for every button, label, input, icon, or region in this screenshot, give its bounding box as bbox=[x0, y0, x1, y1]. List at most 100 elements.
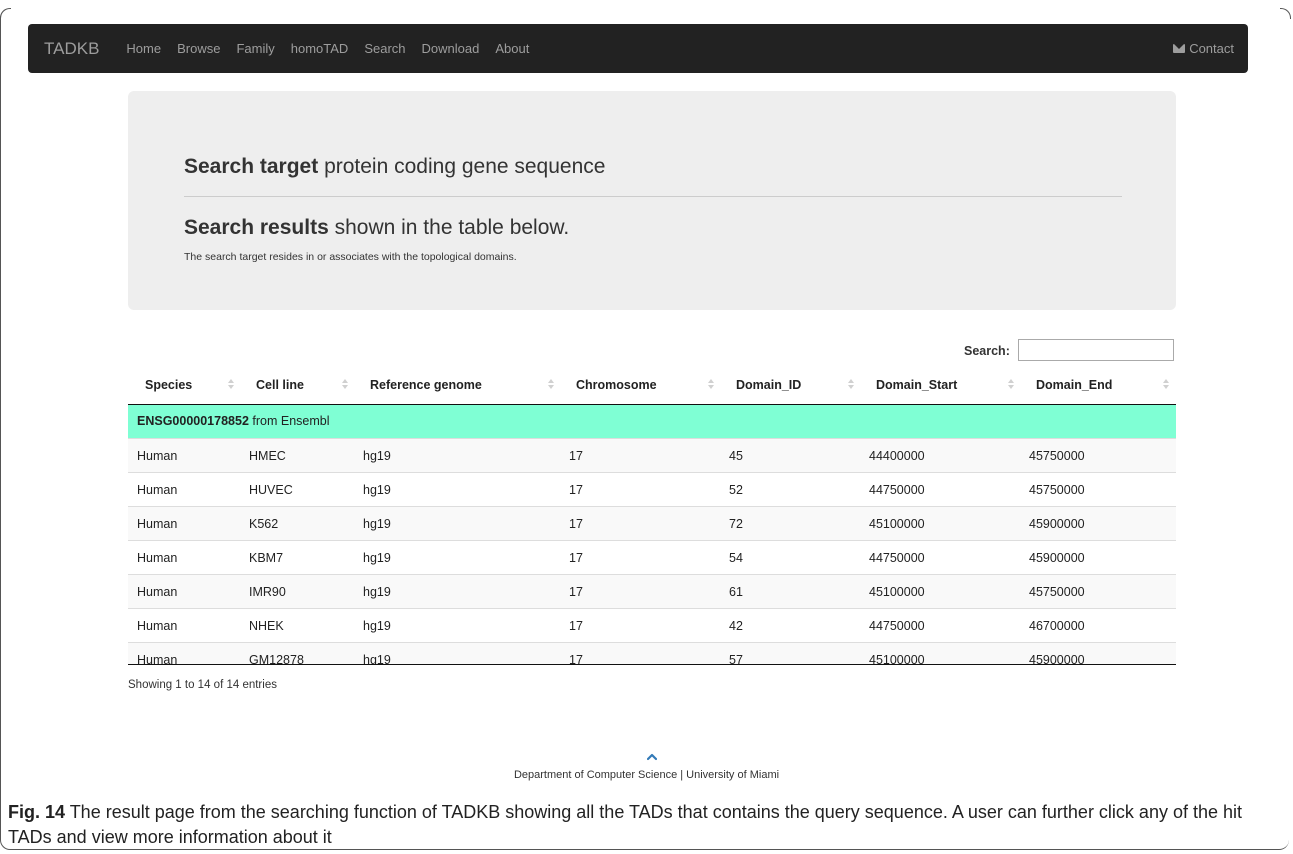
cell-domain-id: 57 bbox=[729, 653, 743, 665]
gene-id[interactable]: ENSG00000178852 bbox=[137, 414, 249, 428]
cell-domain-start: 44400000 bbox=[869, 449, 925, 463]
cell-domain-id: 52 bbox=[729, 483, 743, 497]
cell-reference-genome: hg19 bbox=[363, 585, 391, 599]
cell-domain-id: 61 bbox=[729, 585, 743, 599]
table-row[interactable]: Human K562 hg19 17 72 45100000 45900000 bbox=[128, 506, 1176, 540]
cell-cell-line: HMEC bbox=[249, 449, 286, 463]
cell-species: Human bbox=[137, 551, 178, 565]
brand-logo[interactable]: TADKB bbox=[44, 39, 99, 59]
cell-reference-genome: hg19 bbox=[363, 653, 391, 665]
cell-domain-id: 54 bbox=[729, 551, 743, 565]
column-header-domain-end[interactable]: Domain_End bbox=[1036, 378, 1112, 392]
cell-domain-id: 72 bbox=[729, 517, 743, 531]
search-results-subtext: The search target resides in or associat… bbox=[184, 251, 517, 263]
cell-domain-id: 42 bbox=[729, 619, 743, 633]
table-header: Species Cell line Reference genome Chrom… bbox=[128, 368, 1176, 405]
figure-caption-text: The result page from the searching funct… bbox=[8, 802, 1243, 847]
cell-chromosome: 17 bbox=[569, 619, 583, 633]
cell-species: Human bbox=[137, 483, 178, 497]
table-info: Showing 1 to 14 of 14 entries bbox=[128, 679, 277, 691]
cell-reference-genome: hg19 bbox=[363, 619, 391, 633]
sort-icon[interactable] bbox=[548, 379, 554, 391]
cell-species: Human bbox=[137, 449, 178, 463]
column-header-reference-genome[interactable]: Reference genome bbox=[370, 378, 482, 392]
cell-cell-line: KBM7 bbox=[249, 551, 284, 565]
footer-credit: Department of Computer Science | Univers… bbox=[513, 769, 780, 781]
cell-domain-end: 45750000 bbox=[1029, 585, 1085, 599]
cell-domain-end: 45900000 bbox=[1029, 517, 1085, 531]
sort-icon[interactable] bbox=[342, 379, 348, 391]
sort-icon[interactable] bbox=[1008, 379, 1014, 391]
cell-chromosome: 17 bbox=[569, 483, 583, 497]
cell-chromosome: 17 bbox=[569, 449, 583, 463]
cell-chromosome: 17 bbox=[569, 551, 583, 565]
envelope-icon bbox=[1173, 44, 1186, 53]
table-search-label: Search: bbox=[964, 344, 1010, 358]
cell-domain-start: 44750000 bbox=[869, 551, 925, 565]
cell-domain-end: 46700000 bbox=[1029, 619, 1085, 633]
search-target-heading: Search target protein coding gene sequen… bbox=[184, 155, 606, 178]
cell-chromosome: 17 bbox=[569, 517, 583, 531]
cell-cell-line: IMR90 bbox=[249, 585, 286, 599]
results-table: Species Cell line Reference genome Chrom… bbox=[128, 368, 1176, 665]
column-header-domain-id[interactable]: Domain_ID bbox=[736, 378, 801, 392]
cell-domain-start: 44750000 bbox=[869, 483, 925, 497]
nav-search[interactable]: Search bbox=[364, 41, 405, 56]
nav-homotad[interactable]: homoTAD bbox=[291, 41, 349, 56]
cell-domain-start: 45100000 bbox=[869, 653, 925, 665]
cell-species: Human bbox=[137, 517, 178, 531]
nav-home[interactable]: Home bbox=[126, 41, 161, 56]
cell-chromosome: 17 bbox=[569, 585, 583, 599]
column-header-chromosome[interactable]: Chromosome bbox=[576, 378, 657, 392]
sort-icon[interactable] bbox=[228, 379, 234, 391]
cell-reference-genome: hg19 bbox=[363, 483, 391, 497]
search-results-heading: Search results shown in the table below. bbox=[184, 216, 570, 239]
table-body: Human HMEC hg19 17 45 44400000 45750000 … bbox=[128, 438, 1176, 665]
cell-cell-line: NHEK bbox=[249, 619, 284, 633]
cell-domain-start: 45100000 bbox=[869, 585, 925, 599]
navbar: TADKB Home Browse Family homoTAD Search … bbox=[28, 24, 1248, 73]
table-row[interactable]: Human HMEC hg19 17 45 44400000 45750000 bbox=[128, 438, 1176, 472]
cell-cell-line: GM12878 bbox=[249, 653, 304, 665]
cell-domain-end: 45900000 bbox=[1029, 653, 1085, 665]
chevron-up-icon[interactable] bbox=[647, 753, 657, 761]
sort-icon[interactable] bbox=[1163, 379, 1169, 391]
cell-species: Human bbox=[137, 619, 178, 633]
column-header-domain-start[interactable]: Domain_Start bbox=[876, 378, 957, 392]
cell-domain-start: 44750000 bbox=[869, 619, 925, 633]
cell-species: Human bbox=[137, 585, 178, 599]
nav-browse[interactable]: Browse bbox=[177, 41, 220, 56]
nav-contact[interactable]: Contact bbox=[1173, 41, 1234, 56]
nav-about[interactable]: About bbox=[495, 41, 529, 56]
gene-source: from Ensembl bbox=[248, 414, 330, 428]
sort-icon[interactable] bbox=[848, 379, 854, 391]
figure-caption: Fig. 14 The result page from the searchi… bbox=[8, 800, 1278, 850]
cell-domain-start: 45100000 bbox=[869, 517, 925, 531]
cell-reference-genome: hg19 bbox=[363, 551, 391, 565]
cell-cell-line: K562 bbox=[249, 517, 279, 531]
column-header-species[interactable]: Species bbox=[145, 378, 192, 392]
sort-icon[interactable] bbox=[708, 379, 714, 391]
cell-domain-end: 45900000 bbox=[1029, 551, 1085, 565]
divider bbox=[184, 196, 1122, 197]
nav-contact-label: Contact bbox=[1189, 41, 1234, 56]
table-row[interactable]: Human KBM7 hg19 17 54 44750000 45900000 bbox=[128, 540, 1176, 574]
cell-domain-id: 45 bbox=[729, 449, 743, 463]
search-summary-panel: Search target protein coding gene sequen… bbox=[128, 91, 1176, 310]
group-row: ENSG00000178852 from Ensembl bbox=[128, 405, 1176, 438]
table-search-input[interactable] bbox=[1018, 339, 1174, 361]
cell-domain-end: 45750000 bbox=[1029, 449, 1085, 463]
table-row[interactable]: Human NHEK hg19 17 42 44750000 46700000 bbox=[128, 608, 1176, 642]
cell-reference-genome: hg19 bbox=[363, 517, 391, 531]
table-row[interactable]: Human GM12878 hg19 17 57 45100000 459000… bbox=[128, 642, 1176, 665]
cell-domain-end: 45750000 bbox=[1029, 483, 1085, 497]
column-header-cell-line[interactable]: Cell line bbox=[256, 378, 304, 392]
cell-cell-line: HUVEC bbox=[249, 483, 293, 497]
nav-family[interactable]: Family bbox=[236, 41, 274, 56]
figure-label: Fig. 14 bbox=[8, 802, 66, 822]
nav-download[interactable]: Download bbox=[422, 41, 480, 56]
cell-chromosome: 17 bbox=[569, 653, 583, 665]
table-row[interactable]: Human IMR90 hg19 17 61 45100000 45750000 bbox=[128, 574, 1176, 608]
table-row[interactable]: Human HUVEC hg19 17 52 44750000 45750000 bbox=[128, 472, 1176, 506]
cell-reference-genome: hg19 bbox=[363, 449, 391, 463]
